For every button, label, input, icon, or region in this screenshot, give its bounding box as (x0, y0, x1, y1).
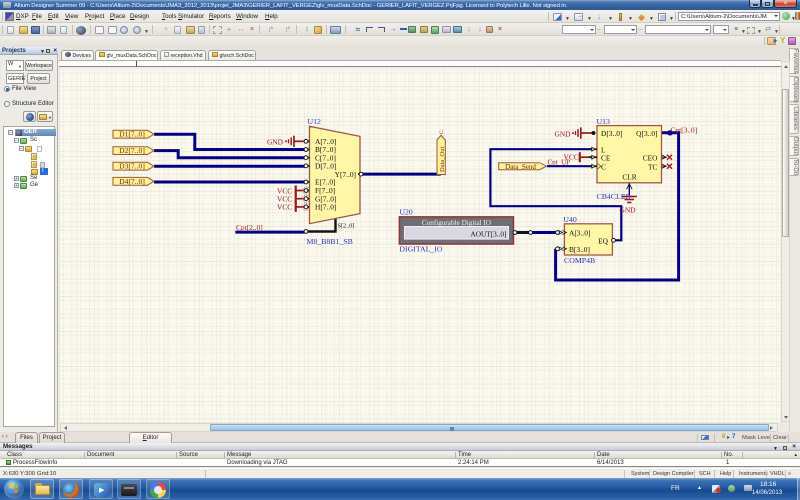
svg-text:M8_B8B1_SB: M8_B8B1_SB (307, 237, 353, 246)
svg-text:H[7..0]: H[7..0] (315, 203, 336, 212)
svg-text:D3[7..0]: D3[7..0] (119, 162, 145, 171)
svg-text:CEO: CEO (643, 154, 658, 163)
svg-text:TC: TC (648, 162, 658, 171)
svg-text:Data_Send: Data_Send (505, 163, 536, 171)
svg-text:DIGITAL_IO: DIGITAL_IO (399, 244, 442, 253)
svg-text:VCC: VCC (277, 203, 292, 212)
svg-text:S[2..0]: S[2..0] (338, 223, 355, 230)
svg-text:Cpt[3..0]: Cpt[3..0] (671, 126, 698, 135)
svg-text:Cpt[2..0]: Cpt[2..0] (236, 223, 263, 232)
svg-text:U12: U12 (308, 117, 322, 126)
svg-text:GND: GND (267, 137, 284, 146)
svg-text:CB4CLEB: CB4CLEB (597, 192, 631, 201)
svg-text:COMP4B: COMP4B (564, 256, 595, 265)
svg-text:Y[7..0]: Y[7..0] (335, 170, 356, 179)
svg-text:Data_Out: Data_Out (439, 147, 446, 172)
svg-text:D[7..0]: D[7..0] (315, 162, 336, 171)
svg-text:A[3..0]: A[3..0] (569, 229, 590, 238)
svg-text:GND: GND (555, 129, 572, 138)
svg-text:U13: U13 (597, 117, 611, 126)
svg-text:Q[3..0]: Q[3..0] (636, 129, 657, 138)
svg-text:D4[7..0]: D4[7..0] (119, 177, 145, 186)
svg-text:C:: C: (440, 129, 445, 134)
svg-text:CE: CE (601, 154, 611, 163)
svg-text:Configurable Digital IO: Configurable Digital IO (422, 219, 491, 227)
svg-text:D[3..0]: D[3..0] (601, 129, 622, 138)
svg-text:Cpt_UP: Cpt_UP (548, 158, 571, 166)
svg-text:B[3..0]: B[3..0] (569, 245, 590, 254)
svg-text:D2[7..0]: D2[7..0] (119, 146, 145, 155)
svg-text:EQ: EQ (598, 236, 609, 245)
svg-text:C: C (601, 162, 606, 171)
svg-text:CLR: CLR (622, 172, 636, 181)
svg-text:U40: U40 (563, 215, 577, 224)
svg-text:D1[7..0]: D1[7..0] (119, 130, 145, 139)
svg-text:AOUT[3..0]: AOUT[3..0] (470, 230, 506, 239)
svg-text:GND: GND (620, 206, 637, 215)
svg-text:U20: U20 (399, 207, 413, 216)
